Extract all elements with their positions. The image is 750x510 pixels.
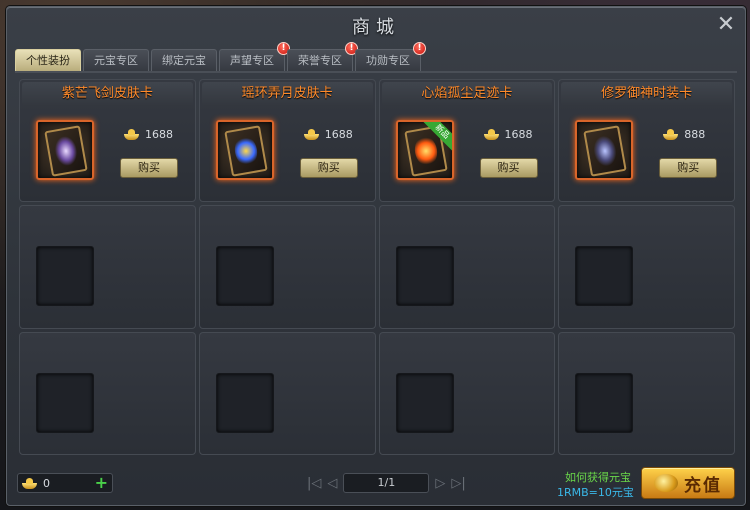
item-price: 1688	[303, 128, 353, 141]
alert-badge-icon: !	[413, 42, 426, 55]
empty-slot	[395, 246, 454, 307]
item-name: 紫芒飞剑皮肤卡	[22, 82, 193, 106]
tab-honor[interactable]: 荣誉专区!	[287, 42, 358, 71]
item-price: 1688	[483, 128, 533, 141]
next-page-icon[interactable]: ▷	[435, 476, 445, 491]
empty-cell	[378, 331, 556, 455]
empty-cell	[19, 205, 196, 329]
tab-bound-ingot[interactable]: 绑定元宝	[151, 49, 217, 71]
item-name: 瑶环弄月皮肤卡	[201, 82, 373, 106]
empty-slot	[36, 372, 94, 433]
empty-cell	[19, 331, 196, 455]
robe-card-icon[interactable]	[575, 120, 634, 180]
buy-button[interactable]: 购买	[299, 158, 358, 178]
tab-ingot[interactable]: 元宝专区	[83, 49, 149, 71]
empty-cell	[198, 331, 376, 455]
footer-bar: 0 + |◁ ◁ 1/1 ▷ ▷| 如何获得元宝 1RMB=10元宝 充值	[7, 459, 745, 505]
page-indicator: 1/1	[343, 473, 430, 493]
prev-page-icon[interactable]: ◁	[327, 476, 337, 491]
exchange-rate: 1RMB=10元宝	[557, 486, 634, 499]
empty-cell	[198, 205, 376, 329]
tab-bar: 个性装扮 元宝专区 绑定元宝 声望专区! 荣誉专区! 功勋专区!	[15, 42, 426, 71]
gold-coins-icon	[654, 474, 678, 492]
item-name: 修罗御神时装卡	[561, 82, 732, 106]
item-price: 1688	[124, 128, 173, 141]
empty-slot	[36, 246, 94, 307]
price-value: 1688	[504, 128, 533, 141]
tab-divider	[15, 71, 737, 73]
title-bar: 商城	[7, 7, 745, 45]
shop-window: 商城 ✕ 个性装扮 元宝专区 绑定元宝 声望专区! 荣誉专区! 功勋专区! 紫芒…	[6, 6, 746, 506]
item-grid: 紫芒飞剑皮肤卡 1688 购买 瑶环弄月皮肤卡 1688 购买 心焰孤尘足迹卡	[19, 79, 735, 455]
tab-label: 个性装扮	[26, 54, 70, 67]
balance-value: 0	[43, 476, 50, 490]
shop-item: 紫芒飞剑皮肤卡 1688 购买	[19, 79, 196, 203]
recharge-label: 充值	[684, 475, 722, 496]
tab-label: 声望专区	[230, 54, 274, 67]
tab-merit[interactable]: 功勋专区!	[355, 42, 426, 71]
ingot-balance: 0 +	[17, 473, 113, 493]
shop-item: 修罗御神时装卡 888 购买	[558, 79, 735, 203]
ingot-icon	[303, 129, 319, 140]
item-price: 888	[663, 128, 705, 141]
empty-cell	[378, 205, 556, 329]
ingot-icon	[22, 477, 37, 489]
last-page-icon[interactable]: ▷|	[451, 476, 465, 491]
tab-fashion[interactable]: 个性装扮	[15, 49, 81, 71]
price-value: 1688	[324, 128, 353, 141]
item-name: 心焰孤尘足迹卡	[381, 82, 553, 106]
ingot-icon	[124, 129, 139, 140]
ingot-icon	[483, 129, 499, 140]
tab-prestige[interactable]: 声望专区!	[219, 42, 290, 71]
shop-item: 心焰孤尘足迹卡 新品 1688 购买	[378, 79, 556, 203]
tab-label: 元宝专区	[94, 54, 138, 67]
sword-card-icon[interactable]	[36, 120, 94, 180]
buy-button[interactable]: 购买	[479, 158, 538, 178]
empty-slot	[395, 372, 454, 433]
empty-slot	[215, 246, 274, 307]
tab-label: 绑定元宝	[162, 54, 206, 67]
flame-card-icon[interactable]: 新品	[395, 120, 454, 180]
shop-item: 瑶环弄月皮肤卡 1688 购买	[198, 79, 376, 203]
tab-label: 功勋专区	[366, 54, 410, 67]
first-page-icon[interactable]: |◁	[307, 476, 321, 491]
moon-card-icon[interactable]	[215, 120, 274, 180]
buy-button[interactable]: 购买	[659, 158, 718, 178]
empty-cell	[558, 205, 735, 329]
window-title: 商城	[352, 17, 400, 38]
tab-label: 荣誉专区	[298, 54, 342, 67]
ingot-icon	[663, 129, 679, 140]
empty-slot	[575, 372, 634, 433]
price-value: 888	[684, 128, 706, 141]
price-value: 1688	[145, 128, 173, 141]
recharge-button[interactable]: 充值	[641, 467, 735, 499]
close-icon[interactable]: ✕	[715, 14, 737, 37]
how-to-get-ingot-link[interactable]: 如何获得元宝	[565, 469, 631, 485]
empty-slot	[215, 372, 274, 433]
empty-cell	[558, 331, 735, 455]
pagination: |◁ ◁ 1/1 ▷ ▷|	[307, 473, 466, 493]
empty-slot	[575, 246, 634, 307]
add-ingot-button[interactable]: +	[95, 474, 108, 492]
buy-button[interactable]: 购买	[120, 158, 178, 178]
